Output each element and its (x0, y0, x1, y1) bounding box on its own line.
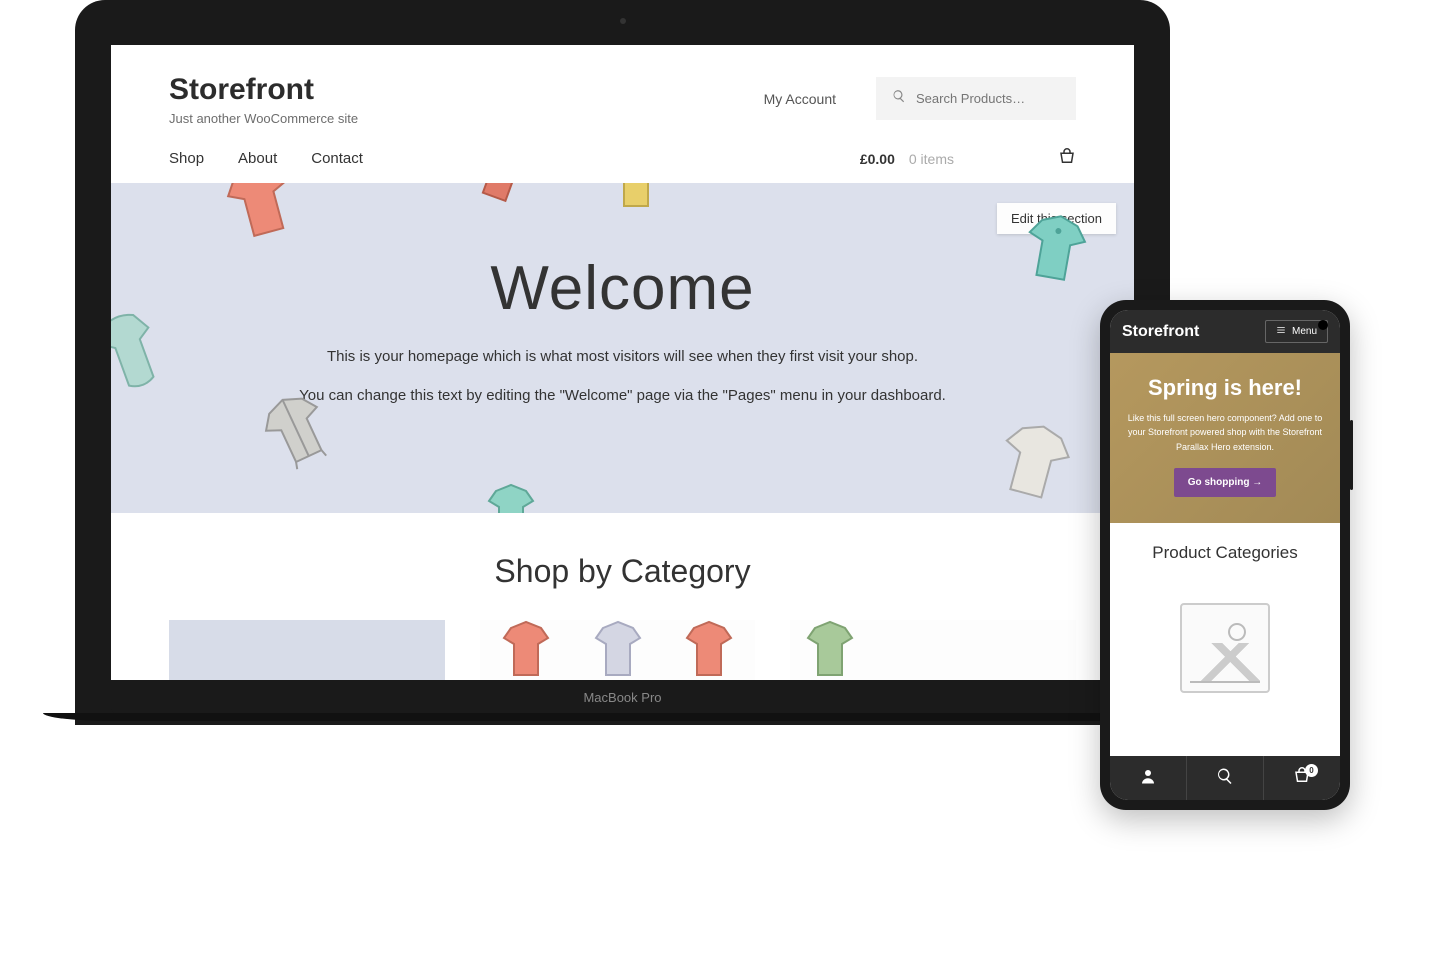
category-cards (111, 590, 1134, 680)
search-icon (892, 89, 906, 108)
site-title[interactable]: Storefront (169, 73, 358, 107)
user-icon (1139, 767, 1157, 790)
tab-account[interactable] (1110, 756, 1186, 800)
categories-title: Shop by Category (111, 553, 1134, 590)
category-card[interactable] (790, 620, 1076, 680)
shop-by-category: Shop by Category (111, 513, 1134, 680)
desktop-header: Storefront Just another WooCommerce site… (111, 45, 1134, 136)
shirt-icon (985, 413, 1088, 512)
nav-links: Shop About Contact (169, 150, 363, 167)
my-account-link[interactable]: My Account (764, 91, 836, 107)
tab-cart[interactable]: 0 (1263, 756, 1340, 800)
shirt-icon (800, 620, 860, 680)
menu-button-label: Menu (1292, 326, 1317, 337)
cart-total: £0.00 (860, 151, 895, 167)
nav-link-shop[interactable]: Shop (169, 150, 204, 167)
shirt-icon (496, 620, 556, 680)
mobile-tabbar: 0 (1110, 756, 1340, 800)
hero-section: Edit this section Welcome This is your h… (111, 183, 1134, 513)
laptop-device: Storefront Just another WooCommerce site… (75, 0, 1170, 725)
hero-text-1: This is your homepage which is what most… (111, 348, 1134, 365)
shirt-icon (679, 620, 739, 680)
hamburger-icon (1276, 325, 1286, 338)
laptop-camera (620, 18, 626, 24)
laptop-model-label: MacBook Pro (583, 690, 661, 705)
search-input[interactable] (916, 91, 1060, 106)
phone-bezel: Storefront Menu Spring is here! Like thi… (1100, 300, 1350, 810)
mobile-viewport: Storefront Menu Spring is here! Like thi… (1110, 310, 1340, 800)
mobile-header: Storefront Menu (1110, 310, 1340, 353)
shirt-icon (212, 183, 310, 252)
phone-power-button (1350, 420, 1353, 490)
phone-device: Storefront Menu Spring is here! Like thi… (1100, 300, 1350, 810)
header-right: My Account (764, 73, 1076, 120)
cart-summary[interactable]: £0.00 0 items (860, 148, 1076, 169)
site-tagline: Just another WooCommerce site (169, 111, 358, 126)
nav-link-contact[interactable]: Contact (311, 150, 363, 167)
laptop-bezel: Storefront Just another WooCommerce site… (75, 0, 1170, 725)
shirt-icon (1013, 207, 1100, 294)
desktop-viewport: Storefront Just another WooCommerce site… (111, 45, 1134, 680)
hero-text-2: You can change this text by editing the … (111, 387, 1134, 404)
mobile-body: Product Categories (1110, 523, 1340, 756)
shirt-icon (606, 183, 671, 213)
hero-title: Welcome (111, 253, 1134, 324)
primary-nav: Shop About Contact £0.00 0 items (111, 136, 1134, 183)
laptop-stand (43, 713, 1202, 721)
category-card[interactable] (480, 620, 756, 680)
mobile-hero-title: Spring is here! (1124, 375, 1326, 401)
mobile-hero-body: Like this full screen hero component? Ad… (1124, 411, 1326, 454)
site-branding: Storefront Just another WooCommerce site (169, 73, 358, 126)
cart-badge: 0 (1305, 764, 1318, 777)
cart-icon[interactable] (1058, 148, 1076, 169)
laptop-base: MacBook Pro (111, 680, 1134, 715)
go-shopping-button[interactable]: Go shopping → (1174, 468, 1276, 497)
cart-items-count: 0 items (909, 151, 954, 167)
shirt-icon (588, 620, 648, 680)
mobile-hero: Spring is here! Like this full screen he… (1110, 353, 1340, 523)
phone-camera (1318, 320, 1328, 330)
category-card[interactable] (169, 620, 445, 680)
mobile-site-title[interactable]: Storefront (1122, 323, 1199, 341)
image-placeholder-icon (1180, 603, 1270, 693)
search-icon (1216, 767, 1234, 790)
search-box[interactable] (876, 77, 1076, 120)
mobile-categories-title: Product Categories (1110, 543, 1340, 563)
nav-link-about[interactable]: About (238, 150, 277, 167)
tab-search[interactable] (1186, 756, 1263, 800)
shirt-icon (464, 183, 537, 212)
shirt-icon (481, 483, 546, 513)
